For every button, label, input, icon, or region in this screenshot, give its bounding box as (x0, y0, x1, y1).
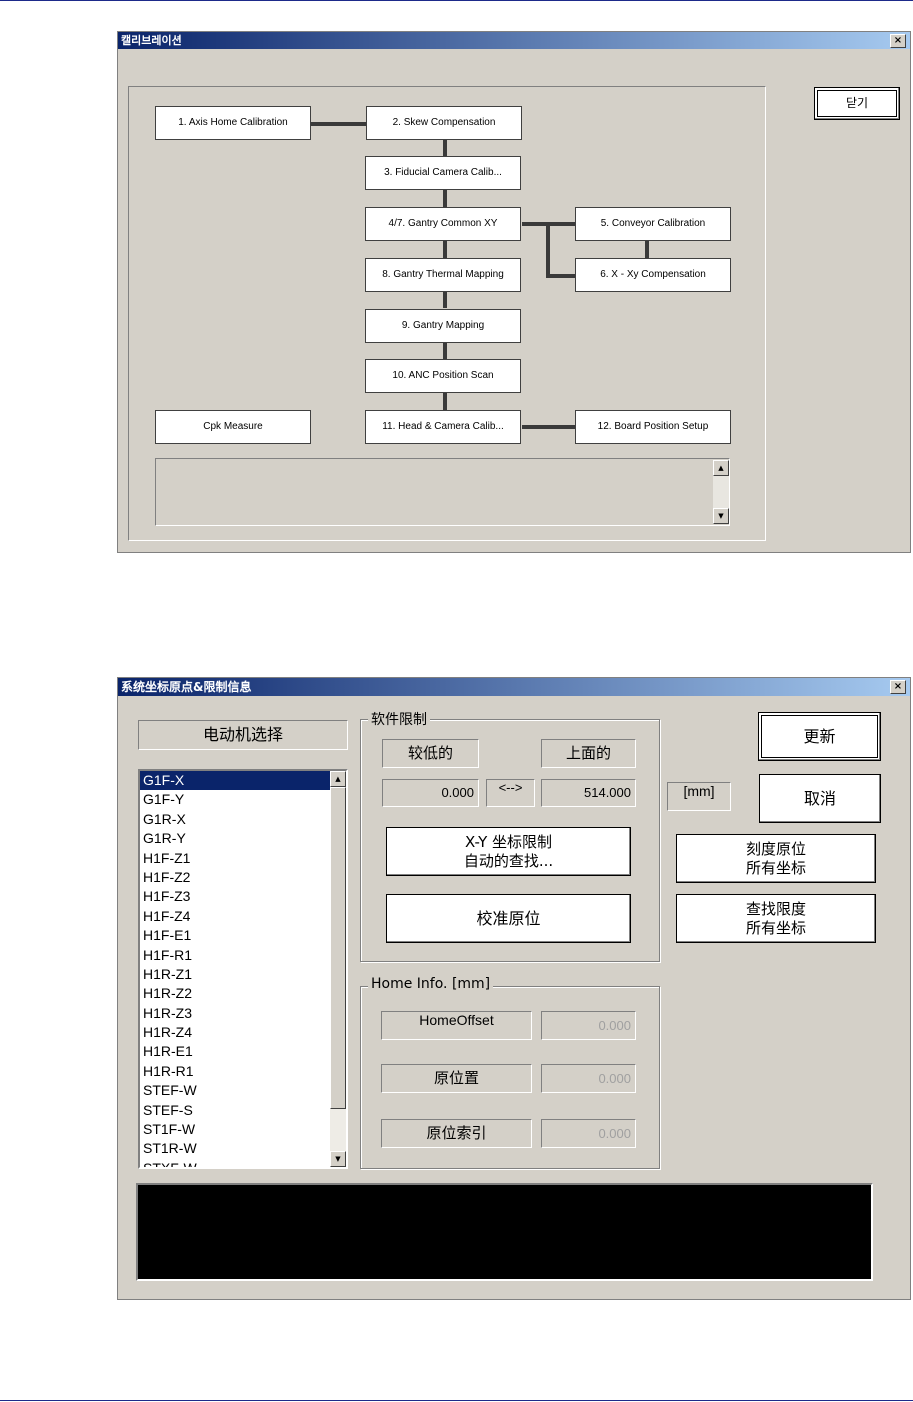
motor-list-item[interactable]: H1R-Z1 (140, 965, 330, 984)
scale-home-all-axes-button[interactable]: 刻度原位 所有坐标 (676, 834, 876, 883)
motor-list-item[interactable]: H1R-R1 (140, 1062, 330, 1081)
scroll-up-icon[interactable]: ▲ (713, 460, 729, 476)
status-message-area (136, 1183, 873, 1281)
page-bottom-rule (0, 1400, 913, 1401)
scroll-thumb[interactable] (330, 787, 346, 1109)
close-button[interactable]: 닫기 (814, 87, 900, 120)
home-index-label: 原位索引 (381, 1119, 532, 1148)
motor-list-item[interactable]: G1R-X (140, 810, 330, 829)
range-arrow: <--> (486, 779, 535, 807)
find-limit-line1: 查找限度 (745, 900, 806, 918)
motor-list-item[interactable]: H1R-Z3 (140, 1004, 330, 1023)
connector-1-2 (311, 122, 367, 126)
software-limit-legend: 软件限制 (368, 709, 430, 729)
scroll-down-icon[interactable]: ▼ (330, 1151, 346, 1167)
motor-select-label: 电动机选择 (138, 720, 348, 750)
calibration-dialog: 캘리브레이션 × 닫기 1. Axis Home Calibration 2. … (117, 31, 911, 553)
unit-label: [mm] (667, 782, 731, 811)
motor-list-item[interactable]: H1F-Z3 (140, 887, 330, 906)
motor-list-item[interactable]: H1R-E1 (140, 1042, 330, 1061)
motor-list: G1F-X G1F-Y G1R-X G1R-Y H1F-Z1 H1F-Z2 H1F-Z3 H1… (140, 771, 330, 1167)
step-fiducial-camera-calibration[interactable]: 3. Fiducial Camera Calib... (365, 156, 521, 190)
cancel-button[interactable]: 取消 (759, 774, 881, 823)
motor-list-item[interactable]: H1R-Z4 (140, 1023, 330, 1042)
lower-limit-field[interactable]: 0.000 (382, 779, 479, 807)
step-conveyor-calibration[interactable]: 5. Conveyor Calibration (575, 207, 731, 241)
scale-home-line2: 所有坐标 (745, 859, 806, 877)
connector-8-9 (443, 290, 447, 308)
motor-list-item[interactable]: ST1F-W (140, 1120, 330, 1139)
scroll-down-icon[interactable]: ▼ (713, 508, 729, 524)
calibration-message-scrollbar[interactable]: ▲ ▼ (713, 460, 729, 524)
connector-11-12 (522, 425, 575, 429)
scroll-up-icon[interactable]: ▲ (330, 771, 346, 787)
home-info-legend: Home Info. [mm] (368, 976, 494, 992)
connector-5-6 (645, 240, 649, 259)
home-offset-field: 0.000 (541, 1011, 636, 1040)
step-cpk-measure[interactable]: Cpk Measure (155, 410, 311, 444)
step-x-xy-compensation[interactable]: 6. X - Xy Compensation (575, 258, 731, 292)
lower-label: 较低的 (382, 739, 479, 768)
motor-list-item[interactable]: H1F-Z1 (140, 849, 330, 868)
upper-label: 上面的 (541, 739, 636, 768)
home-position-label: 原位置 (381, 1064, 532, 1093)
step-skew-compensation[interactable]: 2. Skew Compensation (366, 106, 522, 140)
motor-list-item[interactable]: STEF-S (140, 1101, 330, 1120)
motor-listbox[interactable]: G1F-X G1F-Y G1R-X G1R-Y H1F-Z1 H1F-Z2 H1F-Z3 H1… (138, 769, 348, 1169)
upper-limit-field[interactable]: 514.000 (541, 779, 636, 807)
home-position-field: 0.000 (541, 1064, 636, 1093)
motor-list-item[interactable]: G1F-X (140, 771, 330, 791)
step-gantry-thermal-mapping[interactable]: 8. Gantry Thermal Mapping (365, 258, 521, 292)
connector-9-10 (443, 342, 447, 359)
xy-limit-auto-find-line2: 自动的查找... (463, 852, 554, 870)
step-head-camera-calibration[interactable]: 11. Head & Camera Calib... (365, 410, 521, 444)
connector-branch-6 (546, 224, 550, 276)
step-axis-home-calibration[interactable]: 1. Axis Home Calibration (155, 106, 311, 140)
calibration-message-area (155, 458, 730, 526)
find-limit-line2: 所有坐标 (745, 919, 806, 937)
calibrate-home-button[interactable]: 校准原位 (386, 894, 631, 943)
xy-limit-auto-find-button[interactable]: X-Y 坐标限制 自动的查找... (386, 827, 631, 876)
motor-list-scrollbar[interactable]: ▲ ▼ (330, 771, 346, 1167)
coordinate-close-icon[interactable]: × (890, 680, 906, 694)
motor-list-item[interactable]: H1F-Z2 (140, 868, 330, 887)
motor-list-item[interactable]: G1R-Y (140, 829, 330, 848)
calibration-titlebar: 캘리브레이션 (118, 32, 910, 49)
motor-list-item[interactable]: H1R-Z2 (140, 984, 330, 1003)
calibration-close-icon[interactable]: × (890, 34, 906, 48)
motor-list-item[interactable]: H1F-R1 (140, 946, 330, 965)
update-button[interactable]: 更新 (758, 712, 881, 761)
step-gantry-mapping[interactable]: 9. Gantry Mapping (365, 309, 521, 343)
find-limit-all-axes-button[interactable]: 查找限度 所有坐标 (676, 894, 876, 943)
motor-list-item[interactable]: G1F-Y (140, 790, 330, 809)
xy-limit-auto-find-line1: X-Y 坐标限制 (464, 833, 553, 851)
motor-list-item[interactable]: ST1R-W (140, 1139, 330, 1158)
coordinate-titlebar: 系统坐标原点&限制信息 (118, 678, 910, 696)
home-index-field: 0.000 (541, 1119, 636, 1148)
motor-list-item[interactable]: H1F-Z4 (140, 907, 330, 926)
scale-home-line1: 刻度原位 (745, 840, 806, 858)
coordinate-title: 系统坐标原点&限制信息 (121, 680, 252, 694)
calibration-title: 캘리브레이션 (121, 34, 182, 47)
coordinate-dialog: 系统坐标原点&限制信息 × 电动机选择 G1F-X G1F-Y G1R-X G1R-Y… (117, 677, 911, 1300)
connector-to-6 (546, 274, 575, 278)
step-anc-position-scan[interactable]: 10. ANC Position Scan (365, 359, 521, 393)
home-offset-label: HomeOffset (381, 1011, 532, 1040)
motor-list-item[interactable]: H1F-E1 (140, 926, 330, 945)
page-top-rule (0, 0, 913, 1)
motor-list-item[interactable]: STEF-W (140, 1081, 330, 1100)
connector-10-11 (443, 393, 447, 410)
motor-list-item[interactable]: STXF-W (140, 1159, 330, 1167)
step-board-position-setup[interactable]: 12. Board Position Setup (575, 410, 731, 444)
step-gantry-common-xy[interactable]: 4/7. Gantry Common XY (365, 207, 521, 241)
